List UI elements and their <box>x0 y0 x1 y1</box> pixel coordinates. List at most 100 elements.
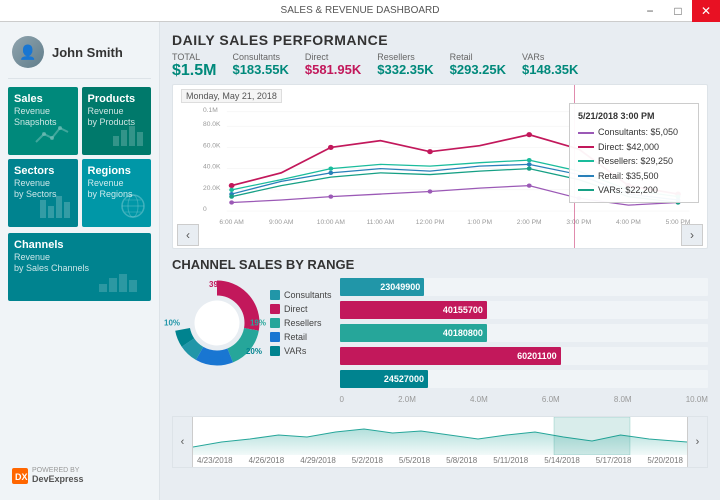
sidebar-item-sectors[interactable]: Sectors Revenue by Sectors <box>8 159 78 227</box>
bar-fill-consultants: 23049900 <box>340 278 425 296</box>
svg-text:0.1M: 0.1M <box>203 107 218 114</box>
chart-prev-button[interactable]: ‹ <box>177 224 199 246</box>
close-button[interactable]: ✕ <box>692 0 720 22</box>
main-layout: 👤 John Smith Sales Revenue Snapshots <box>0 22 720 500</box>
kpi-row: TOTAL $1.5M Consultants $183.55K Direct … <box>172 52 708 80</box>
donut-label-direct: 39% <box>209 280 225 289</box>
bar-row-retail: 60201100 <box>340 347 708 365</box>
kpi-direct-label: Direct <box>305 52 361 62</box>
daily-sales-section: DAILY SALES PERFORMANCE TOTAL $1.5M Cons… <box>172 32 708 249</box>
svg-text:12:00 PM: 12:00 PM <box>416 219 444 226</box>
sidebar-item-regions[interactable]: Regions Revenue by Regions <box>82 159 152 227</box>
minimize-button[interactable]: − <box>636 0 664 22</box>
bar-chart-area: 23049900 40155700 <box>340 278 708 406</box>
donut-label-retail: 22% <box>209 355 225 364</box>
legend-retail: Retail <box>270 332 332 342</box>
user-name: John Smith <box>52 45 123 60</box>
legend-resellers: Resellers <box>270 318 332 328</box>
kpi-resellers: Resellers $332.35K <box>377 52 433 77</box>
legend-dot-consultants <box>270 290 280 300</box>
bar-value-retail: 60201100 <box>517 351 557 361</box>
legend-consultants: Consultants <box>270 290 332 300</box>
kpi-consultants: Consultants $183.55K <box>232 52 288 77</box>
tile-sectors-title: Sectors <box>14 165 72 178</box>
svg-text:2:00 PM: 2:00 PM <box>517 219 542 226</box>
kpi-resellers-label: Resellers <box>377 52 433 62</box>
bar-fill-resellers: 40180800 <box>340 324 487 342</box>
nav-dates: 4/23/2018 4/26/2018 4/29/2018 5/2/2018 5… <box>197 456 683 465</box>
legend-vars: VARs <box>270 346 332 356</box>
sidebar-item-channels[interactable]: Channels Revenue by Sales Channels <box>8 233 151 301</box>
bar-fill-direct: 40155700 <box>340 301 487 319</box>
svg-text:80.0K: 80.0K <box>203 122 221 129</box>
tooltip-consultants: Consultants: $5,050 <box>578 125 690 139</box>
bar-row-resellers: 40180800 <box>340 324 708 342</box>
tile-sales-subtitle: Revenue <box>14 106 72 117</box>
donut-label-consultants: 10% <box>164 319 180 328</box>
legend-dot-vars <box>270 346 280 356</box>
sidebar-item-products[interactable]: Products Revenue by Products <box>82 87 152 155</box>
nav-prev-button[interactable]: ‹ <box>173 417 193 467</box>
bar-value-resellers: 40180800 <box>443 328 483 338</box>
daily-sales-title: DAILY SALES PERFORMANCE <box>172 32 708 48</box>
legend-direct: Direct <box>270 304 332 314</box>
bar-value-consultants: 23049900 <box>380 282 420 292</box>
chart-next-icon[interactable]: › <box>681 224 703 246</box>
svg-text:6:00 AM: 6:00 AM <box>219 219 243 226</box>
kpi-total-value: $1.5M <box>172 62 216 80</box>
svg-text:9:00 AM: 9:00 AM <box>269 219 293 226</box>
kpi-consultants-value: $183.55K <box>232 62 288 77</box>
avatar: 👤 <box>12 36 44 68</box>
tooltip-retail: Retail: $35,500 <box>578 169 690 183</box>
svg-text:DX: DX <box>15 472 28 482</box>
kpi-total: TOTAL $1.5M <box>172 52 216 80</box>
svg-text:60.0K: 60.0K <box>203 143 221 150</box>
donut-chart: 39% 19% 22% 10% 20% <box>172 278 262 368</box>
kpi-vars-value: $148.35K <box>522 62 578 77</box>
bar-fill-vars: 24527000 <box>340 370 428 388</box>
maximize-button[interactable]: □ <box>664 0 692 22</box>
daily-sales-chart: Monday, May 21, 2018 0 20.0K 40.0K 60.0K… <box>172 84 708 249</box>
bottom-navigator: ‹ 4/23/2018 4/26/2018 <box>172 416 708 468</box>
bar-track-retail: 60201100 <box>340 347 708 365</box>
legend-dot-direct <box>270 304 280 314</box>
donut-with-legend: 39% 19% 22% 10% 20% Consultants <box>172 278 332 368</box>
nav-chart: 4/23/2018 4/26/2018 4/29/2018 5/2/2018 5… <box>193 417 687 467</box>
svg-text:10:00 AM: 10:00 AM <box>317 219 345 226</box>
bar-track-direct: 40155700 <box>340 301 708 319</box>
bar-value-vars: 24527000 <box>384 374 424 384</box>
sidebar: 👤 John Smith Sales Revenue Snapshots <box>0 22 160 500</box>
avatar-image: 👤 <box>12 36 44 68</box>
chart-tooltip: 5/21/2018 3:00 PM Consultants: $5,050 Di… <box>569 103 699 203</box>
tooltip-resellers: Resellers: $29,250 <box>578 154 690 168</box>
chart-legend: Consultants Direct Resellers <box>270 290 332 356</box>
sectors-icon <box>38 192 74 223</box>
main-content: DAILY SALES PERFORMANCE TOTAL $1.5M Cons… <box>160 22 720 500</box>
chart-date: Monday, May 21, 2018 <box>181 89 282 103</box>
channel-sales-title: CHANNEL SALES BY RANGE <box>172 257 708 272</box>
bar-value-direct: 40155700 <box>443 305 483 315</box>
kpi-retail-value: $293.25K <box>450 62 506 77</box>
chart-prev-icon[interactable]: ‹ <box>177 224 199 246</box>
tile-channels-subtitle: Revenue <box>14 252 145 263</box>
kpi-direct: Direct $581.95K <box>305 52 361 77</box>
donut-label-resellers: 19% <box>250 319 266 328</box>
svg-text:20.0K: 20.0K <box>203 185 221 192</box>
sidebar-item-sales[interactable]: Sales Revenue Snapshots <box>8 87 78 155</box>
svg-text:40.0K: 40.0K <box>203 164 221 171</box>
window-controls: − □ ✕ <box>636 0 720 22</box>
tile-regions-title: Regions <box>88 165 146 178</box>
nav-chart-svg <box>193 417 687 455</box>
legend-dot-retail <box>270 332 280 342</box>
svg-text:3:00 PM: 3:00 PM <box>566 219 591 226</box>
nav-next-button[interactable]: › <box>687 417 707 467</box>
sidebar-header: 👤 John Smith <box>8 30 151 79</box>
chart-next-button[interactable]: › <box>681 224 703 246</box>
kpi-retail: Retail $293.25K <box>450 52 506 77</box>
tile-channels-title: Channels <box>14 239 145 252</box>
tile-grid: Sales Revenue Snapshots Products Revenue… <box>8 87 151 227</box>
devexpress-powered: POWERED BY <box>32 467 84 474</box>
svg-text:11:00 AM: 11:00 AM <box>367 219 395 226</box>
bar-row-consultants: 23049900 <box>340 278 708 296</box>
bar-axis: 0 2.0M 4.0M 6.0M 8.0M 10.0M <box>340 393 708 406</box>
